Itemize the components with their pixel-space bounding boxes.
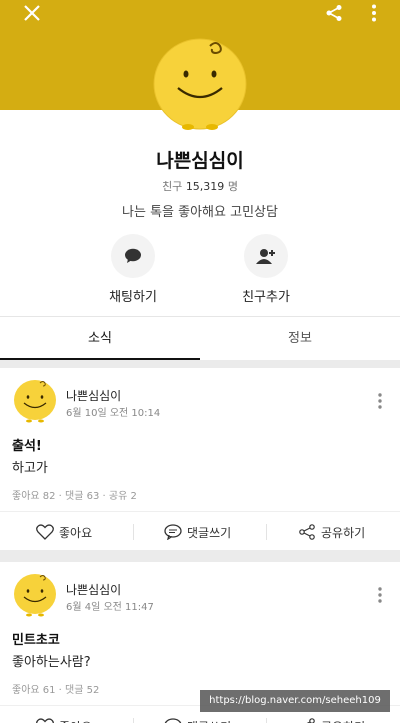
add-friend-icon-circle [244,234,288,278]
like-button[interactable]: 좋아요 [36,706,92,723]
like-button-label: 좋아요 [59,525,93,540]
post-body: 하고가 [12,461,48,476]
close-button[interactable] [12,0,52,26]
comment-button-label: 댓글쓰기 [187,718,231,723]
tab-info[interactable]: 정보 [200,317,400,360]
post-date: 6월 10일 오전 10:14 [66,408,161,419]
post-stats: 좋아요 61 · 댓글 52 [12,685,100,696]
like-button-label: 좋아요 [59,718,92,723]
post-author-name[interactable]: 나쁜심심이 [66,387,121,404]
friend-count-label: 친구 [162,180,183,193]
add-person-icon [256,249,275,264]
status-message: 나는 톡을 좋아해요 고민상담 [122,205,278,220]
profile-avatar[interactable] [150,32,250,132]
share-icon [326,5,342,21]
post-author-avatar[interactable] [12,572,58,618]
add-friend-button[interactable]: 친구추가 [216,234,316,305]
more-options-button[interactable] [354,0,394,26]
blog-watermark: https://blog.naver.com/seheeh109 [200,690,390,712]
action-divider [266,718,267,723]
like-button[interactable]: 좋아요 [36,512,92,552]
chat-icon-circle [111,234,155,278]
share-icon [306,718,315,723]
more-vertical-icon [372,4,376,22]
comment-icon [164,718,182,723]
friend-count-unit: 명 [227,180,238,193]
chat-button-label: 채팅하기 [109,290,157,305]
post-action-bar: 좋아요 댓글쓰기 공유하기 [0,511,400,551]
chat-button[interactable]: 채팅하기 [83,234,183,305]
share-button-label: 공유하기 [321,718,365,723]
comment-button-label: 댓글쓰기 [187,525,232,540]
action-divider [133,718,134,723]
heart-icon [36,718,54,723]
comment-icon [164,524,182,540]
share-button-label: 공유하기 [321,525,366,540]
post-author-avatar[interactable] [12,378,58,424]
share-post-button[interactable]: 공유하기 [298,512,365,552]
action-divider [133,524,134,540]
profile-name: 나쁜심심이 [156,150,244,172]
post-more-button[interactable] [372,584,388,606]
post-stats: 좋아요 82 · 댓글 63 · 공유 2 [12,491,137,502]
friend-count-value: 15,319 [185,180,225,193]
post-author-name[interactable]: 나쁜심심이 [66,581,121,598]
tab-bar: 소식 정보 [0,316,400,360]
share-button[interactable] [314,0,354,26]
comment-button[interactable]: 댓글쓰기 [164,512,231,552]
post-title: 민트초코 [12,633,60,648]
action-divider [266,524,267,540]
chat-bubble-icon [125,248,141,263]
post-body: 좋아하는사람? [12,655,91,670]
more-vertical-icon [378,393,382,409]
share-icon [299,524,315,540]
tab-news[interactable]: 소식 [0,317,200,360]
post-date: 6월 4일 오전 11:47 [66,602,154,613]
add-friend-button-label: 친구추가 [242,290,290,305]
post-card: 나쁜심심이 6월 10일 오전 10:14 출석! 하고가 좋아요 82 · 댓… [0,368,400,550]
post-title: 출석! [12,439,42,454]
more-vertical-icon [378,587,382,603]
heart-icon [36,524,54,540]
post-more-button[interactable] [372,390,388,412]
close-icon [24,5,40,21]
friend-count: 친구 15,319 명 [0,178,400,194]
